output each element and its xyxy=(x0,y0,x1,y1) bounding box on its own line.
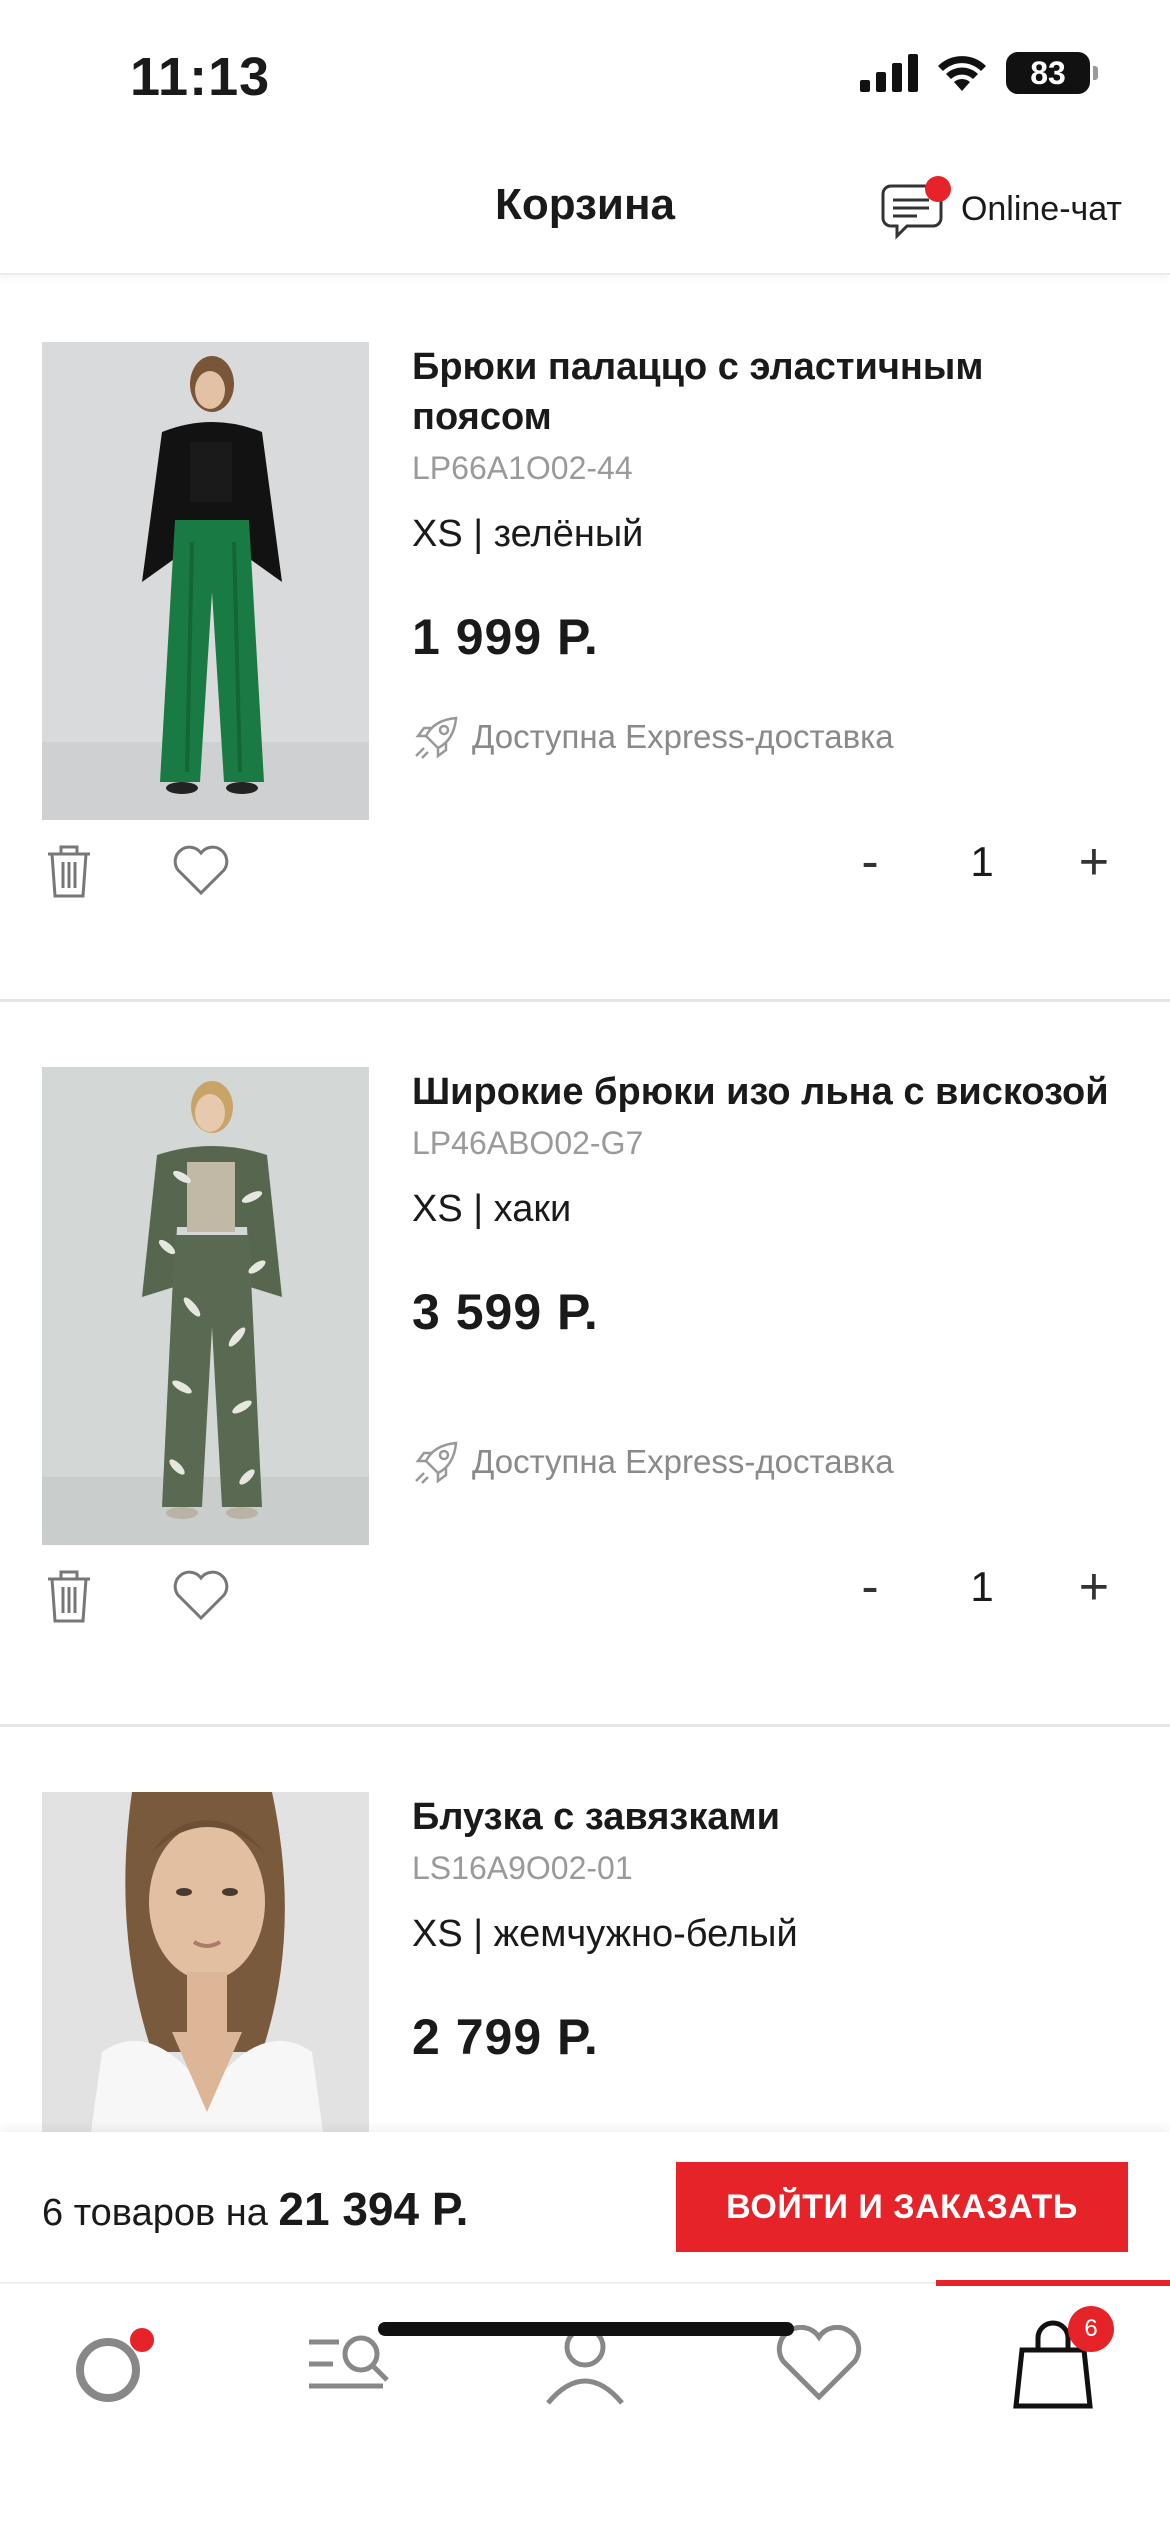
decrease-button[interactable]: - xyxy=(842,1557,898,1617)
product-variant: XS | хаки xyxy=(412,1188,572,1230)
heart-icon xyxy=(776,2325,862,2401)
heart-icon[interactable] xyxy=(172,1570,230,1622)
cart-item: Брюки палаццо с эластичным поясом LP66A1… xyxy=(0,277,1170,1002)
cart-item: Широкие брюки изо льна с вискозой LP46AB… xyxy=(0,1002,1170,1727)
express-delivery: Доступна Express-доставка xyxy=(412,712,894,762)
product-variant: XS | зелёный xyxy=(412,513,644,555)
cart-count-badge: 6 xyxy=(1068,2306,1114,2352)
cart-summary: 6 товаров на 21 394 Р. xyxy=(42,2182,468,2236)
product-sku: LS16A9O02-01 xyxy=(412,1850,633,1886)
product-info: Блузка с завязками LS16A9O02-01 XS | жем… xyxy=(412,1792,1132,2066)
express-delivery: Доступна Express-доставка xyxy=(412,1437,894,1487)
product-price: 3 599 Р. xyxy=(412,1284,599,1340)
increase-button[interactable]: + xyxy=(1066,832,1122,892)
quantity-stepper: - 1 + xyxy=(842,1557,1122,1617)
battery-icon: 83 xyxy=(1006,52,1098,94)
trash-icon[interactable] xyxy=(42,1567,96,1625)
product-sku: LP46ABO02-G7 xyxy=(412,1125,644,1161)
items-count-text: 6 товаров на xyxy=(42,2192,268,2234)
increase-button[interactable]: + xyxy=(1066,1557,1122,1617)
item-actions xyxy=(42,1567,230,1625)
product-info: Широкие брюки изо льна с вискозой LP46AB… xyxy=(412,1067,1132,1341)
chat-icon xyxy=(871,176,951,242)
status-bar: 11:13 83 xyxy=(0,0,1170,150)
decrease-button[interactable]: - xyxy=(842,832,898,892)
quantity-value: 1 xyxy=(970,838,994,885)
catalog-search-icon xyxy=(309,2335,389,2389)
tab-profile[interactable] xyxy=(468,2284,702,2444)
home-logo-icon xyxy=(76,2328,154,2402)
product-sku: LP66A1O02-44 xyxy=(412,450,633,486)
battery-level: 83 xyxy=(1030,54,1066,91)
product-name[interactable]: Широкие брюки изо льна с вискозой xyxy=(412,1067,1132,1117)
status-icons: 83 xyxy=(860,52,1098,94)
home-indicator xyxy=(378,2322,794,2336)
express-label: Доступна Express-доставка xyxy=(472,1443,894,1480)
rocket-icon xyxy=(415,1441,458,1484)
header: Корзина Online-чат xyxy=(0,150,1170,275)
quantity-stepper: - 1 + xyxy=(842,832,1122,892)
login-and-order-button[interactable]: ВОЙТИ И ЗАКАЗАТЬ xyxy=(676,2162,1128,2252)
product-name[interactable]: Блузка с завязками xyxy=(412,1792,1132,1842)
product-image[interactable] xyxy=(42,1067,369,1545)
quantity-value: 1 xyxy=(970,1563,994,1610)
tab-home[interactable] xyxy=(0,2284,234,2444)
product-price: 1 999 Р. xyxy=(412,609,599,665)
rocket-icon xyxy=(415,716,458,759)
wifi-icon xyxy=(938,56,986,91)
tab-favorites[interactable] xyxy=(702,2284,936,2444)
tab-cart[interactable]: 6 xyxy=(936,2284,1170,2444)
checkout-bar: 6 товаров на 21 394 Р. ВОЙТИ И ЗАКАЗАТЬ xyxy=(0,2132,1170,2282)
item-actions xyxy=(42,842,230,900)
express-label: Доступна Express-доставка xyxy=(472,718,894,755)
heart-icon[interactable] xyxy=(172,845,230,897)
chat-label: Online-чат xyxy=(960,189,1122,228)
chat-notification-dot xyxy=(924,176,951,202)
trash-icon[interactable] xyxy=(42,842,96,900)
tab-catalog-search[interactable] xyxy=(234,2284,468,2444)
product-info: Брюки палаццо с эластичным поясом LP66A1… xyxy=(412,342,1132,666)
product-variant: XS | жемчужно-белый xyxy=(412,1913,798,1955)
tab-bar: 6 xyxy=(0,2280,1170,2532)
product-image[interactable] xyxy=(42,342,369,820)
online-chat-button[interactable]: Online-чат xyxy=(871,176,1122,242)
cart-total: 21 394 Р. xyxy=(278,2183,469,2235)
signal-icon xyxy=(860,54,918,92)
product-name[interactable]: Брюки палаццо с эластичным поясом xyxy=(412,342,1132,442)
product-price: 2 799 Р. xyxy=(412,2009,599,2065)
status-time: 11:13 xyxy=(130,47,271,107)
